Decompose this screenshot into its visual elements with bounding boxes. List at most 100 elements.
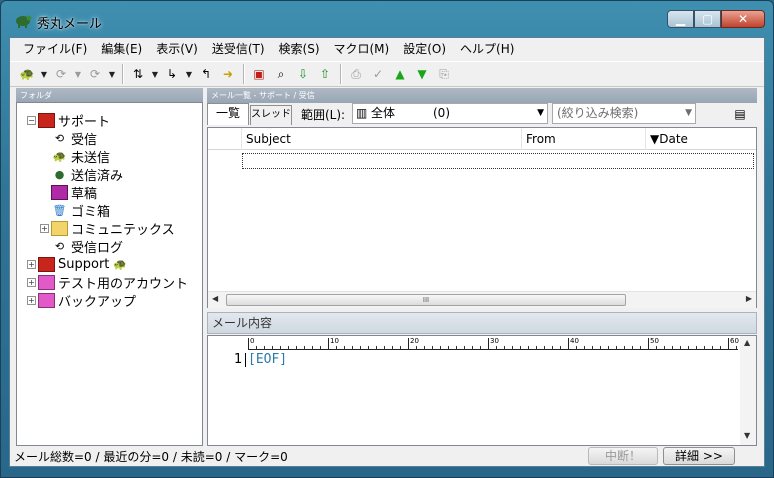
detail-button[interactable]: 詳細 >> (663, 447, 735, 465)
check-icon[interactable]: ✓ (367, 63, 389, 85)
menu-settings[interactable]: 設定(O) (396, 39, 453, 59)
chevron-down-icon[interactable]: ▼ (38, 63, 50, 85)
menu-search[interactable]: 検索(S) (272, 39, 327, 59)
chevron-down-icon: ▼ (537, 108, 544, 118)
horizontal-scrollbar[interactable]: ◀ III ▶ (208, 291, 756, 308)
ruler-label: 30 (490, 337, 499, 345)
turtle-icon[interactable]: 🐢 (16, 63, 38, 85)
tab-list[interactable]: 一覧 (207, 103, 249, 125)
tree-node-sent[interactable]: ● 送信済み (27, 165, 201, 184)
tree-node-unsent[interactable]: 🐢 未送信 (27, 147, 201, 166)
chevron-down-icon[interactable]: ▼ (183, 63, 195, 85)
expand-icon[interactable]: + (40, 223, 49, 233)
mark-icon[interactable]: ⎙ (345, 63, 367, 85)
scroll-up-icon[interactable]: ▲ (744, 338, 750, 347)
receive-icon[interactable]: ⟳ (50, 63, 72, 85)
down-icon[interactable]: ▼ (411, 63, 433, 85)
range-label: 範囲(L): (301, 108, 346, 122)
maximize-button[interactable]: ▢ (694, 10, 721, 28)
ruler-label: 20 (410, 337, 419, 345)
menu-macro[interactable]: マクロ(M) (327, 39, 397, 59)
focused-empty-row[interactable] (242, 153, 754, 169)
range-value: 全体 (371, 106, 396, 120)
tree-node-backup[interactable]: + バックアップ (27, 291, 201, 310)
range-select[interactable]: ▥ 全体 (0) ▼ (352, 103, 548, 124)
search-icon[interactable]: ⌕ (270, 63, 292, 85)
forward-icon[interactable]: ↰ (195, 63, 217, 85)
column-from[interactable]: From (522, 128, 646, 150)
title-bar[interactable]: 秀丸メール ▁ ▢ ✕ (1, 1, 773, 37)
menu-view[interactable]: 表示(V) (149, 39, 205, 59)
status-text: メール総数=0 / 最近の分=0 / 未読=0 / マーク=0 (14, 450, 288, 464)
window-title: 秀丸メール (37, 17, 103, 32)
vertical-scrollbar[interactable]: ▲ ▼ (740, 336, 756, 445)
menu-help[interactable]: ヘルプ(H) (453, 39, 521, 59)
toolbar-separator (243, 64, 244, 84)
trash-icon: 🗑 (52, 203, 67, 217)
minimize-button[interactable]: ▁ (667, 10, 694, 28)
tree-node-label: 送信済み (71, 168, 124, 184)
tree-node-trash[interactable]: 🗑 ゴミ箱 (27, 201, 201, 220)
print-icon[interactable]: ⎘ (433, 63, 455, 85)
column-date[interactable]: ▼Date (646, 128, 756, 150)
tree-node-test-account[interactable]: + テスト用のアカウント (27, 273, 201, 292)
chevron-down-icon[interactable]: ▼ (149, 63, 161, 85)
sync-icon[interactable]: ⇅ (127, 63, 149, 85)
tree-node-support-jp[interactable]: − サポート (27, 111, 201, 130)
menu-edit[interactable]: 編集(E) (94, 39, 149, 59)
scroll-down-icon[interactable]: ▼ (744, 431, 750, 440)
tree-node-label: サポート (58, 114, 111, 130)
column-icons[interactable] (208, 128, 242, 150)
folder-pane-header: フォルダ (16, 88, 203, 103)
folder-icon (51, 220, 68, 236)
search-next-icon[interactable]: ⇩ (292, 63, 314, 85)
chevron-down-icon[interactable]: ▼ (72, 63, 84, 85)
scroll-left-icon[interactable]: ◀ (212, 294, 218, 303)
tree-node-label: 受信 (71, 132, 98, 148)
collapse-icon[interactable]: − (27, 115, 36, 125)
move-to-folder-icon[interactable]: ➜ (217, 63, 239, 85)
chevron-down-icon[interactable]: ▼ (106, 63, 118, 85)
reply-icon[interactable]: ↳ (161, 63, 183, 85)
text-caret (245, 353, 246, 367)
list-header: Subject From ▼Date (208, 128, 756, 150)
tree-node-label: 草稿 (71, 186, 98, 202)
tab-thread[interactable]: スレッド (250, 105, 292, 125)
mailbox-red-icon (38, 256, 55, 272)
tree-node-communitex[interactable]: + コミュニテックス (27, 219, 201, 238)
folder-tree: − サポート ⟲ 受信 🐢 未送信 ● 送信済み 草稿 🗑 ゴミ箱 + コミュニ… (27, 111, 201, 310)
toolbar-separator (122, 64, 123, 84)
mail-list[interactable]: Subject From ▼Date ◀ III ▶ (207, 127, 757, 308)
expand-icon[interactable]: + (27, 277, 36, 287)
mail-content-editor[interactable]: 0 10 20 30 40 50 60 1 [EOF] ▲ ▼ (207, 335, 757, 446)
maximize-icon: ▢ (701, 12, 714, 26)
folder-tree-pane[interactable]: − サポート ⟲ 受信 🐢 未送信 ● 送信済み 草稿 🗑 ゴミ箱 + コミュニ… (16, 102, 203, 446)
tree-node-draft[interactable]: 草稿 (27, 183, 201, 202)
expand-icon[interactable]: + (27, 295, 36, 305)
menu-file[interactable]: ファイル(F) (16, 39, 94, 59)
tree-node-inbox[interactable]: ⟲ 受信 (27, 129, 201, 148)
column-view-button[interactable]: ▤ (728, 103, 752, 124)
list-toolbar: 一覧 スレッド 範囲(L): ▥ 全体 (0) ▼ (絞り込み検索) ▼ ▤ (207, 102, 757, 126)
expand-icon[interactable]: + (27, 259, 36, 269)
new-mail-icon[interactable]: ▣ (248, 63, 270, 85)
tree-node-support[interactable]: + Support 🐢 (27, 255, 201, 273)
scroll-right-icon[interactable]: ▶ (746, 294, 752, 303)
sent-icon: ● (54, 167, 65, 181)
send-icon[interactable]: ⟳ (84, 63, 106, 85)
abort-button[interactable]: 中断！ (588, 447, 658, 465)
ruler-label: 10 (330, 337, 339, 345)
close-button[interactable]: ✕ (721, 10, 765, 28)
line-number: 1 (234, 352, 243, 367)
app-window: 秀丸メール ▁ ▢ ✕ ファイル(F) 編集(E) 表示(V) 送受信(T) 検… (0, 0, 774, 478)
scroll-thumb[interactable]: III (226, 294, 626, 306)
ruler-label: 60 (730, 337, 739, 345)
search-prev-icon[interactable]: ⇧ (314, 63, 336, 85)
filter-search-input[interactable]: (絞り込み検索) ▼ (552, 103, 696, 124)
menu-send-receive[interactable]: 送受信(T) (205, 39, 272, 59)
up-icon[interactable]: ▲ (389, 63, 411, 85)
range-icon: ▥ (356, 106, 368, 120)
column-subject[interactable]: Subject (242, 128, 522, 150)
chevron-down-icon: ▼ (685, 108, 692, 118)
tree-node-receive-log[interactable]: ⟲ 受信ログ (27, 237, 201, 256)
